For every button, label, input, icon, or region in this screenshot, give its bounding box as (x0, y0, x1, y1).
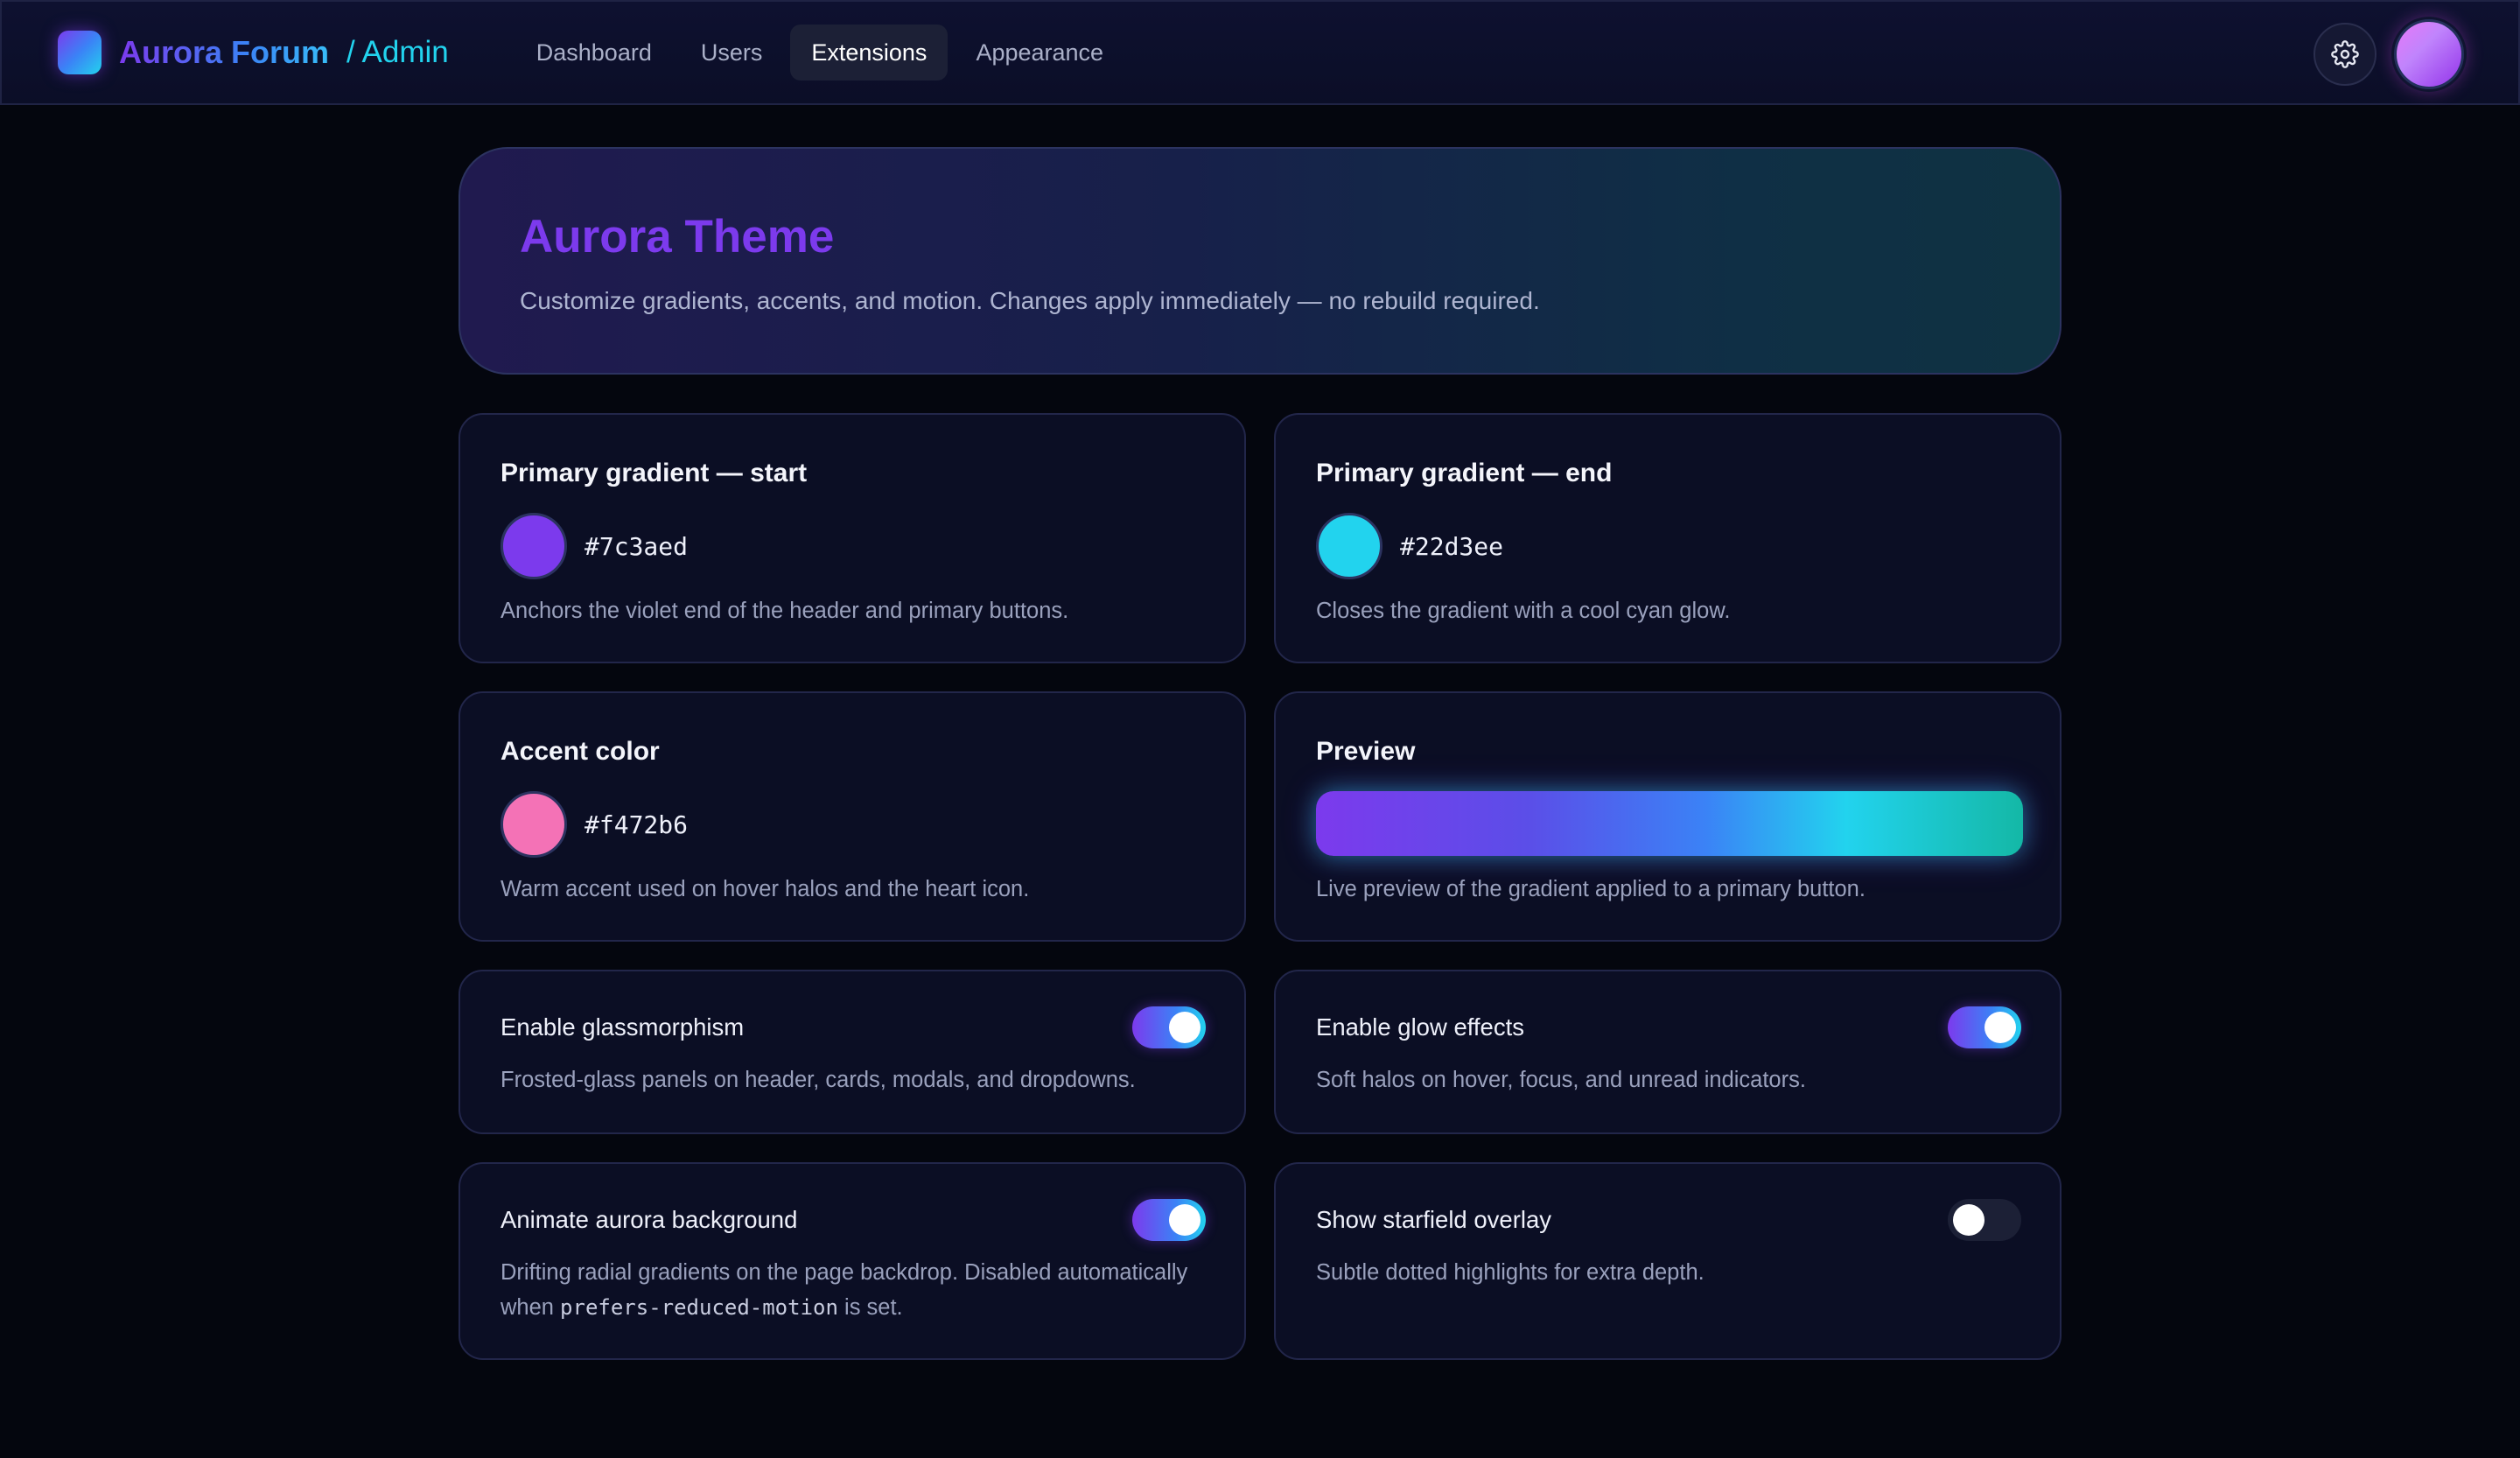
toggle-knob (1953, 1204, 1984, 1236)
gradient-start-card: Primary gradient — start #7c3aed Anchors… (458, 413, 1246, 663)
gradient-end-description: Closes the gradient with a cool cyan glo… (1316, 599, 1731, 623)
settings-button[interactable] (2314, 23, 2376, 86)
aurora-background-label: Animate aurora background (500, 1206, 798, 1233)
gradient-end-title: Primary gradient — end (1316, 459, 1613, 487)
main-nav: Dashboard Users Extensions Appearance (515, 25, 1131, 81)
aurora-desc-tail: is set. (837, 1295, 903, 1320)
toggle-knob (1984, 1012, 2016, 1043)
gradient-end-card: Primary gradient — end #22d3ee Closes th… (1274, 413, 2062, 663)
aurora-background-description: Drifting radial gradients on the page ba… (500, 1255, 1200, 1325)
accent-color-title: Accent color (500, 737, 660, 766)
nav-appearance[interactable]: Appearance (955, 25, 1124, 81)
top-navigation-bar: Aurora Forum / Admin Dashboard Users Ext… (0, 0, 2520, 105)
gradient-preview-card: Preview Live preview of the gradient app… (1274, 691, 2062, 942)
glow-effects-toggle[interactable] (1948, 1006, 2021, 1048)
brand-name: Aurora Forum (119, 34, 330, 70)
accent-color-picker: #f472b6 (500, 791, 688, 858)
nav-dashboard[interactable]: Dashboard (515, 25, 673, 81)
gradient-start-picker: #7c3aed (500, 513, 688, 579)
aurora-background-setting: Animate aurora background Drifting radia… (458, 1162, 1246, 1360)
starfield-description: Subtle dotted highlights for extra depth… (1316, 1260, 1704, 1285)
gradient-end-picker: #22d3ee (1316, 513, 1503, 579)
glow-effects-description: Soft halos on hover, focus, and unread i… (1316, 1068, 1806, 1092)
gradient-end-swatch[interactable] (1316, 513, 1382, 579)
starfield-toggle[interactable] (1948, 1199, 2021, 1241)
gradient-start-hex[interactable]: #7c3aed (584, 532, 688, 561)
page-title: Aurora Theme (520, 211, 835, 263)
theme-settings-page: Aurora Theme Customize gradients, accent… (458, 147, 2062, 1360)
glow-effects-label: Enable glow effects (1316, 1013, 1524, 1041)
glassmorphism-toggle[interactable] (1132, 1006, 1206, 1048)
user-avatar[interactable] (2394, 19, 2464, 89)
nav-users[interactable]: Users (680, 25, 784, 81)
reduced-motion-code: prefers-reduced-motion (560, 1295, 838, 1320)
starfield-label: Show starfield overlay (1316, 1206, 1552, 1233)
gradient-start-swatch[interactable] (500, 513, 567, 579)
settings-grid: Primary gradient — start #7c3aed Anchors… (458, 413, 2062, 1360)
gear-icon (2331, 40, 2359, 68)
accent-color-swatch[interactable] (500, 791, 567, 858)
accent-color-hex[interactable]: #f472b6 (584, 810, 688, 839)
accent-color-description: Warm accent used on hover halos and the … (500, 877, 1030, 901)
admin-section-label: / Admin (346, 35, 449, 69)
gradient-start-description: Anchors the violet end of the header and… (500, 599, 1069, 623)
toggle-knob (1169, 1012, 1200, 1043)
nav-extensions[interactable]: Extensions (790, 25, 948, 81)
gradient-preview-button[interactable] (1316, 791, 2023, 856)
gradient-end-hex[interactable]: #22d3ee (1400, 532, 1503, 561)
glow-effects-setting: Enable glow effects Soft halos on hover,… (1274, 970, 2062, 1134)
header-actions (2314, 19, 2464, 89)
aurora-logo-icon (58, 31, 102, 74)
glassmorphism-label: Enable glassmorphism (500, 1013, 745, 1041)
brand[interactable]: Aurora Forum / Admin (58, 31, 449, 74)
theme-hero-panel: Aurora Theme Customize gradients, accent… (458, 147, 2062, 375)
page-description: Customize gradients, accents, and motion… (520, 287, 1540, 314)
accent-color-card: Accent color #f472b6 Warm accent used on… (458, 691, 1246, 942)
toggle-knob (1169, 1204, 1200, 1236)
aurora-background-toggle[interactable] (1132, 1199, 1206, 1241)
glassmorphism-description: Frosted-glass panels on header, cards, m… (500, 1068, 1136, 1092)
gradient-start-title: Primary gradient — start (500, 459, 808, 487)
preview-description: Live preview of the gradient applied to … (1316, 877, 1866, 901)
glassmorphism-setting: Enable glassmorphism Frosted-glass panel… (458, 970, 1246, 1134)
starfield-setting: Show starfield overlay Subtle dotted hig… (1274, 1162, 2062, 1360)
preview-title: Preview (1316, 737, 1416, 766)
